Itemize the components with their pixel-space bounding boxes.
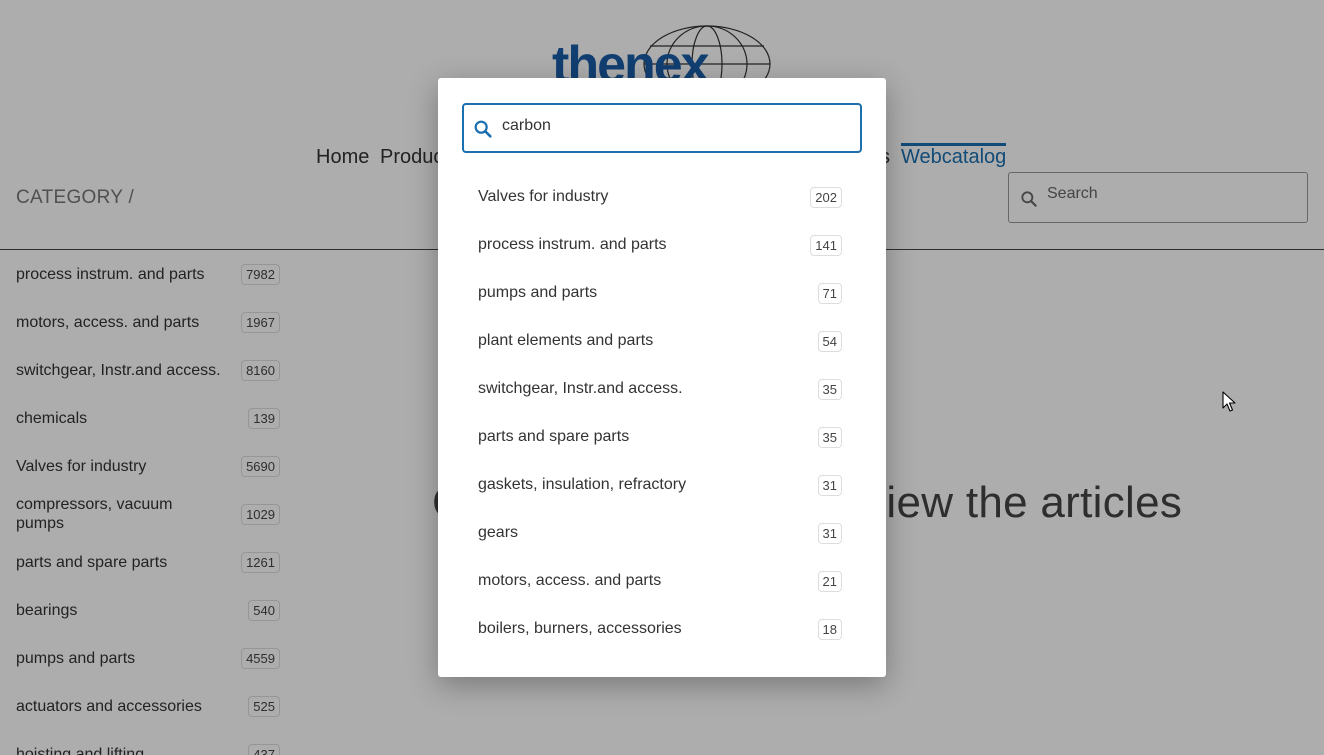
search-result-item[interactable]: plant elements and parts 54 (462, 317, 862, 365)
result-count: 71 (817, 282, 842, 304)
result-count: 35 (817, 426, 842, 448)
search-result-item[interactable]: Valves for industry 202 (462, 173, 862, 221)
mouse-cursor-icon (1222, 391, 1236, 418)
result-label: Valves for industry (478, 188, 609, 205)
result-count: 54 (817, 330, 842, 352)
search-result-item[interactable]: pumps and parts 71 (462, 269, 862, 317)
search-result-item[interactable]: gaskets, insulation, refractory 31 (462, 461, 862, 509)
result-label: gears (478, 524, 519, 541)
search-result-item[interactable]: switchgear, Instr.and access. 35 (462, 365, 862, 413)
result-label: pumps and parts (478, 284, 598, 301)
search-icon (472, 118, 494, 145)
result-count: 202 (810, 186, 842, 208)
category-search-dialog: Valves for industry 202 process instrum. … (438, 78, 886, 677)
result-count: 31 (817, 474, 842, 496)
result-count: 141 (810, 234, 842, 256)
result-count: 18 (817, 618, 842, 640)
search-result-item[interactable]: process instrum. and parts 141 (462, 221, 862, 269)
result-label: boilers, burners, accessories (478, 620, 682, 637)
result-count: 35 (817, 378, 842, 400)
result-count: 21 (817, 570, 842, 592)
search-result-item[interactable]: parts and spare parts 35 (462, 413, 862, 461)
dialog-search-box[interactable] (462, 103, 862, 153)
result-label: motors, access. and parts (478, 572, 662, 589)
result-count: 31 (817, 522, 842, 544)
result-label: plant elements and parts (478, 332, 654, 349)
search-result-item[interactable]: boilers, burners, accessories 18 (462, 605, 862, 653)
dialog-search-input[interactable] (502, 117, 842, 135)
result-label: gaskets, insulation, refractory (478, 476, 687, 493)
result-label: switchgear, Instr.and access. (478, 380, 683, 397)
result-label: parts and spare parts (478, 428, 630, 445)
result-label: process instrum. and parts (478, 236, 667, 253)
search-result-item[interactable]: motors, access. and parts 21 (462, 557, 862, 605)
search-result-item[interactable]: gears 31 (462, 509, 862, 557)
